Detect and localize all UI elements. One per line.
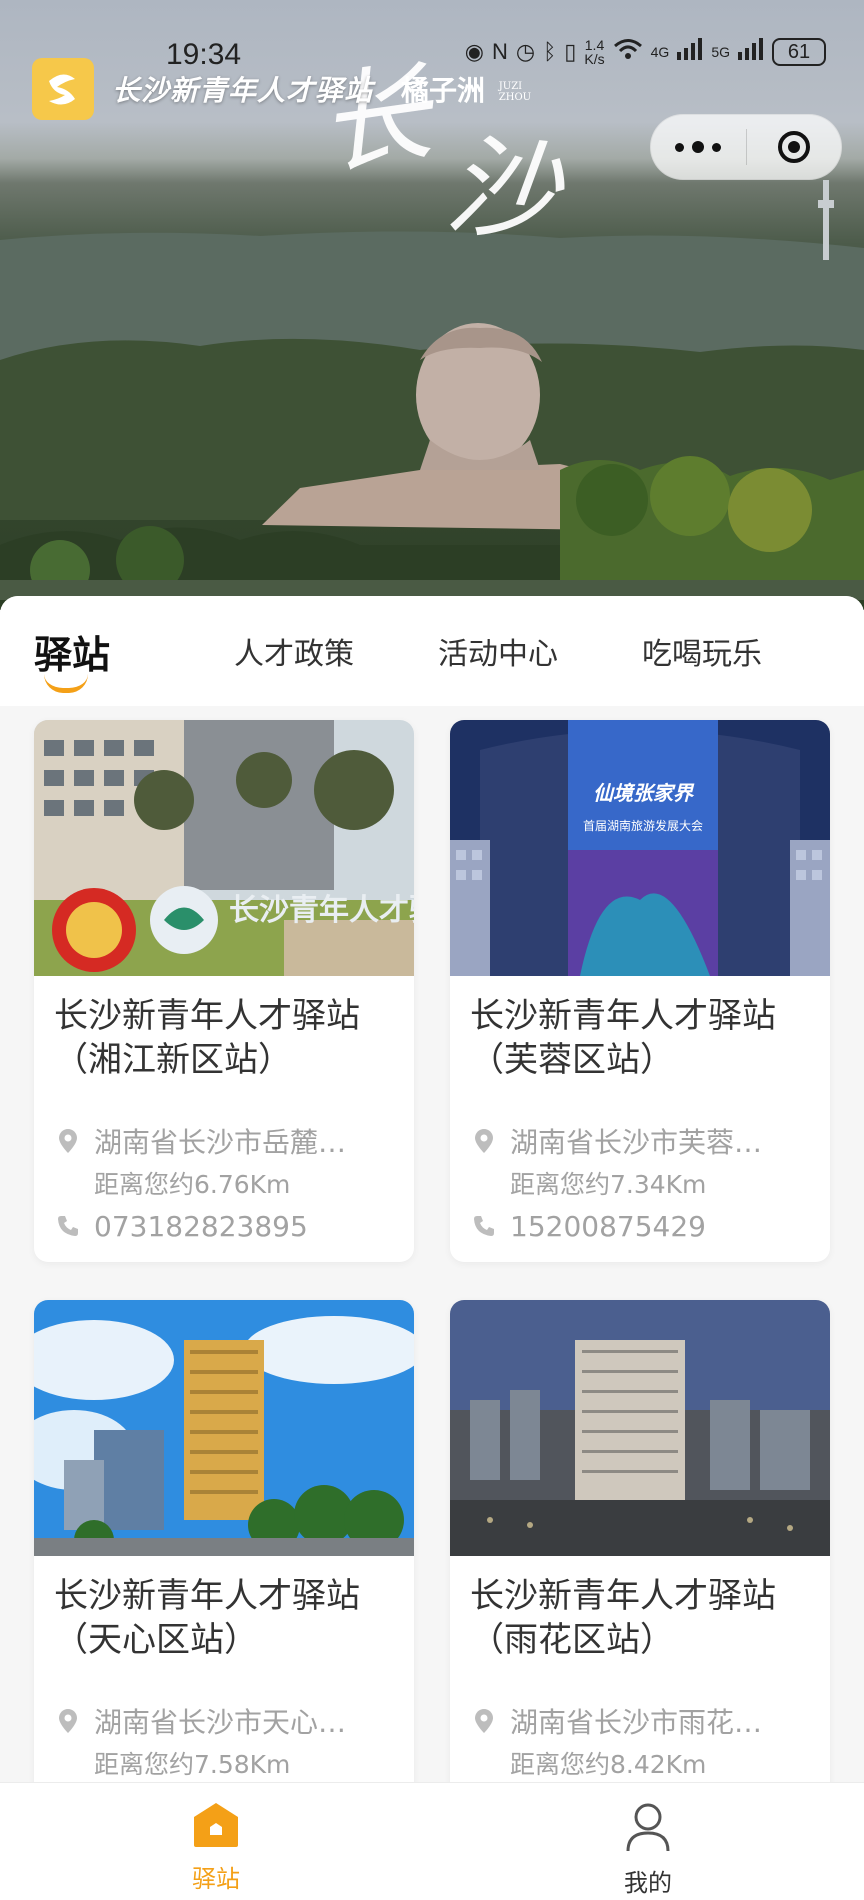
hero-subtitle-latin: JUZI ZHOU — [498, 81, 532, 103]
station-address-row: 湖南省长沙市芙蓉… — [450, 1120, 830, 1162]
network-5g-label: 5G — [711, 44, 730, 60]
station-name-line2: （天心区站） — [54, 1620, 258, 1660]
category-tabs: 驿站 人才政策 活动中心 吃喝玩乐 — [0, 596, 864, 706]
station-name-line1: 长沙新青年人才驿站 — [470, 996, 776, 1036]
station-name: 长沙新青年人才驿站 （雨花区站） — [450, 1556, 830, 1682]
station-name-line1: 长沙新青年人才驿站 — [54, 1576, 360, 1616]
station-name: 长沙新青年人才驿站 （湘江新区站） — [34, 976, 414, 1102]
location-pin-icon — [470, 1129, 498, 1153]
station-address-row: 湖南省长沙市天心… — [34, 1700, 414, 1742]
station-card[interactable]: 长沙新青年人才驿站 （天心区站） 湖南省长沙市天心… 距离您约7.58Km — [34, 1300, 414, 1786]
bottom-tab-bar: 驿站 我的 — [0, 1782, 864, 1900]
photo-screen-text-1: 仙境张家界 — [593, 781, 695, 805]
target-icon — [777, 131, 810, 163]
station-photo: 长沙青年人才驿站 — [34, 720, 414, 976]
photo-screen-text-2: 首届湖南旅游发展大会 — [583, 818, 703, 833]
location-pin-icon — [54, 1129, 82, 1153]
battery-level: 61 — [787, 40, 811, 63]
home-icon — [194, 1803, 238, 1847]
station-photo — [34, 1300, 414, 1556]
station-distance: 距离您约7.34Km — [510, 1170, 707, 1199]
hero-subtitle: 橘子洲 JUZI ZHOU — [401, 67, 548, 111]
hero-subtitle-text: 橘子洲 — [401, 74, 486, 107]
close-miniprogram-button[interactable] — [746, 115, 841, 179]
station-address: 湖南省长沙市雨花… — [510, 1706, 763, 1739]
location-pin-icon — [470, 1709, 498, 1733]
station-photo — [450, 1300, 830, 1556]
content-sheet: 驿站 人才政策 活动中心 吃喝玩乐 长沙青年人才驿站 长沙新青年人才 — [0, 596, 864, 1786]
station-card[interactable]: 长沙新青年人才驿站 （雨花区站） 湖南省长沙市雨花… 距离您约8.42Km — [450, 1300, 830, 1786]
vibrate-icon: ▯ — [564, 39, 577, 64]
station-card[interactable]: 长沙青年人才驿站 长沙新青年人才驿站 （湘江新区站） 湖南省长沙市岳麓… 距离您… — [34, 720, 414, 1262]
net-speed: 1.4 K/s — [584, 38, 604, 66]
net-speed-unit: K/s — [584, 51, 605, 67]
tab-station[interactable]: 驿站 — [34, 624, 110, 693]
station-card[interactable]: 仙境张家界 首届湖南旅游发展大会 长沙新青年人才驿站 （芙蓉区站） 湖南省长沙市… — [450, 720, 830, 1262]
station-phone-row[interactable]: 15200875429 — [450, 1204, 830, 1248]
station-name-line2: （雨花区站） — [470, 1620, 674, 1660]
person-icon — [626, 1803, 670, 1852]
station-name-line2: （芙蓉区站） — [470, 1040, 674, 1080]
tab-activity-center[interactable]: 活动中心 — [438, 629, 558, 673]
phone-icon — [54, 1215, 82, 1237]
more-dot-icon — [692, 141, 705, 153]
station-distance: 距离您约7.58Km — [94, 1750, 291, 1779]
nav-mine-label: 我的 — [624, 1869, 672, 1897]
app-logo-icon — [32, 58, 94, 120]
station-address-row: 湖南省长沙市岳麓… — [34, 1120, 414, 1162]
network-4g-label: 4G — [650, 44, 670, 60]
station-name: 长沙新青年人才驿站 （天心区站） — [34, 1556, 414, 1682]
more-dot-icon — [675, 142, 685, 152]
more-dot-icon — [712, 142, 722, 152]
station-phone[interactable]: 15200875429 — [510, 1210, 706, 1243]
station-distance: 距离您约6.76Km — [94, 1170, 291, 1199]
nav-station-label: 驿站 — [192, 1865, 240, 1893]
nav-mine[interactable]: 我的 — [548, 1801, 748, 1898]
signal-icon — [677, 38, 703, 66]
station-phone-row[interactable]: 073182823895 — [34, 1204, 414, 1248]
station-distance: 距离您约8.42Km — [510, 1750, 707, 1779]
app-brand: 长沙新青年人才驿站 橘子洲 JUZI ZHOU — [32, 58, 548, 120]
station-address-row: 湖南省长沙市雨花… — [450, 1700, 830, 1742]
more-options-button[interactable] — [651, 115, 746, 179]
app-title: 长沙新青年人才驿站 — [112, 74, 374, 107]
phone-icon — [470, 1215, 498, 1237]
station-address: 湖南省长沙市岳麓… — [94, 1126, 347, 1159]
tab-talent-policy[interactable]: 人才政策 — [234, 629, 354, 673]
station-phone[interactable]: 073182823895 — [94, 1210, 308, 1243]
bluetooth-icon: ᛒ — [543, 39, 557, 64]
station-address: 湖南省长沙市芙蓉… — [510, 1126, 763, 1159]
tab-food-fun[interactable]: 吃喝玩乐 — [642, 629, 762, 673]
wifi-icon — [613, 38, 643, 66]
station-address: 湖南省长沙市天心… — [94, 1706, 347, 1739]
station-photo: 仙境张家界 首届湖南旅游发展大会 — [450, 720, 830, 976]
calligraphy-char-2: 沙 — [440, 120, 564, 260]
miniprogram-capsule — [650, 114, 842, 180]
hero-banner: 19:34 ◉ N ◷ ᛒ ▯ 1.4 K/s 4G 5G 61 长 沙 长沙新… — [0, 0, 864, 610]
nav-station[interactable]: 驿站 — [116, 1801, 316, 1894]
station-name-line2: （湘江新区站） — [54, 1040, 292, 1080]
location-pin-icon — [54, 1709, 82, 1733]
station-name-line1: 长沙新青年人才驿站 — [470, 1576, 776, 1616]
station-name-line1: 长沙新青年人才驿站 — [54, 996, 360, 1036]
signal-icon-2 — [738, 38, 764, 66]
battery-icon: 61 — [772, 38, 826, 66]
station-name: 长沙新青年人才驿站 （芙蓉区站） — [450, 976, 830, 1102]
photo-sign-text: 长沙青年人才驿站 — [229, 893, 414, 928]
